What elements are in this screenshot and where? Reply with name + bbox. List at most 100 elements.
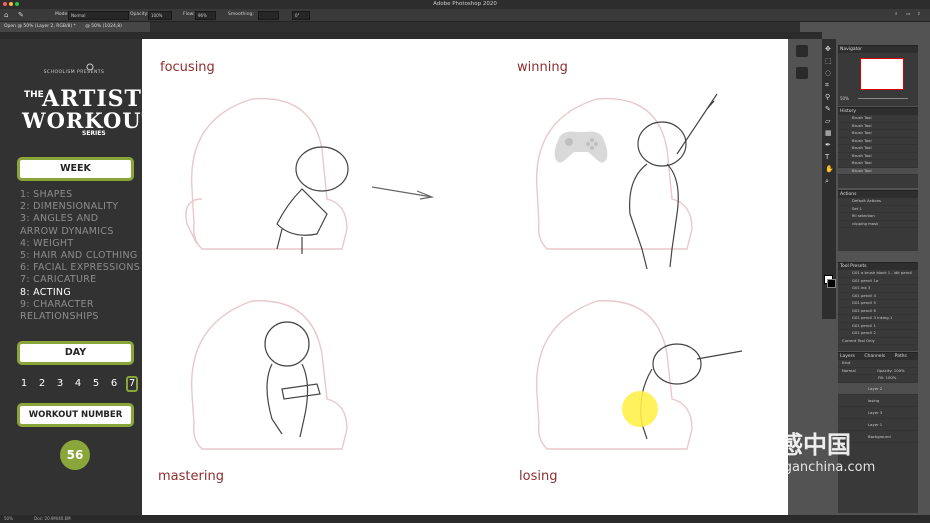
close-window-button[interactable]: [3, 2, 7, 6]
mode-select[interactable]: Normal: [68, 11, 129, 20]
eyedropper-tool-icon[interactable]: ⚲: [825, 93, 830, 101]
day-option[interactable]: 5: [90, 376, 102, 392]
share-icon[interactable]: ⇪: [917, 11, 921, 19]
home-icon[interactable]: ⌂: [4, 11, 8, 19]
tab-channels[interactable]: Channels: [864, 354, 885, 359]
day-option[interactable]: 7: [126, 376, 138, 392]
navigator-panel: Navigator 50%: [838, 45, 918, 106]
status-zoom: 50%: [4, 516, 13, 521]
workout-number-button[interactable]: WORKOUT NUMBER: [17, 403, 134, 427]
tab-paths[interactable]: Paths: [895, 354, 907, 359]
eraser-tool-icon[interactable]: ▱: [825, 117, 830, 125]
brand-the: THE: [24, 90, 44, 100]
history-item[interactable]: Brush Tool: [838, 123, 918, 130]
brush-tool-icon-side[interactable]: ✎: [825, 105, 831, 113]
day-option[interactable]: 4: [72, 376, 84, 392]
history-item[interactable]: Brush Tool: [838, 130, 918, 138]
smoothing-label: Smoothing:: [228, 12, 254, 17]
layer-filter-kind[interactable]: Kind: [838, 360, 918, 368]
type-tool-icon[interactable]: T: [825, 153, 829, 161]
workspace-icon[interactable]: ▭: [906, 11, 910, 19]
actions-header: Actions: [838, 191, 918, 198]
navigator-zoom: 50%: [840, 96, 849, 101]
brush-tool-icon[interactable]: ✎: [18, 11, 24, 19]
tool-presets-list: G01 a brush block 1 - idk pencil G01 penc…: [838, 270, 918, 338]
history-item[interactable]: Brush Tool: [838, 160, 918, 168]
navigator-zoom-slider[interactable]: [858, 98, 908, 99]
flow-label: Flow:: [183, 12, 195, 17]
search-icon[interactable]: ⌕: [895, 11, 898, 19]
week-item[interactable]: 8: ACTING: [20, 287, 142, 299]
document-tab-secondary: @ 50% (1024,8): [85, 24, 122, 29]
week-item[interactable]: 9: CHARACTER: [20, 299, 142, 311]
tool-preset-item[interactable]: G01 a brush block 1 - idk pencil: [838, 270, 918, 278]
swap-panels-button[interactable]: [796, 67, 808, 79]
week-item[interactable]: 2: DIMENSIONALITY: [20, 201, 142, 213]
layer-opacity[interactable]: Opacity: 100%: [877, 368, 905, 373]
opacity-field[interactable]: 100%: [148, 11, 172, 20]
tool-preset-item[interactable]: G01 pencil 2: [838, 330, 918, 338]
action-item[interactable]: Default Actions: [838, 198, 918, 206]
week-list: 1: SHAPES 2: DIMENSIONALITY 3: ANGLES AND …: [20, 189, 142, 323]
document-canvas[interactable]: focusing winning mastering losing: [142, 39, 788, 516]
document-tab-bar: Open @ 50% (Layer 2, RGB/8) * @ 50% (102…: [0, 22, 800, 32]
day-option[interactable]: 6: [108, 376, 120, 392]
history-header: History: [838, 108, 918, 115]
tool-preset-item[interactable]: G01 ink 3: [838, 285, 918, 293]
history-item[interactable]: Brush Tool: [838, 167, 918, 175]
hand-tool-icon[interactable]: ✋: [825, 165, 834, 173]
history-item[interactable]: Brush Tool: [838, 145, 918, 153]
week-item[interactable]: ARROW DYNAMICS: [20, 226, 142, 238]
week-button[interactable]: WEEK: [17, 157, 134, 181]
tool-preset-item[interactable]: G01 pencil 5: [838, 300, 918, 308]
week-item[interactable]: 3: ANGLES AND: [20, 213, 142, 225]
smoothing-field[interactable]: [258, 11, 279, 20]
week-item[interactable]: 7: CARICATURE: [20, 274, 142, 286]
navigator-preview[interactable]: [860, 58, 904, 90]
week-item[interactable]: 4: WEIGHT: [20, 238, 142, 250]
day-option[interactable]: 2: [36, 376, 48, 392]
panel-collapse-button[interactable]: [796, 45, 808, 57]
current-tool-only-checkbox[interactable]: Current Tool Only: [838, 338, 918, 345]
tool-preset-item[interactable]: G01 pencil 1a: [838, 278, 918, 285]
background-color-swatch[interactable]: [827, 279, 836, 288]
move-tool-icon[interactable]: ✥: [825, 45, 831, 53]
actions-panel: Actions Default Actions Set 1 fill selecti…: [838, 190, 918, 251]
tool-preset-item[interactable]: G01 pencil 3 inking 1: [838, 315, 918, 323]
week-item[interactable]: 6: FACIAL EXPRESSIONS: [20, 262, 142, 274]
layer-row[interactable]: Layer 2: [838, 382, 918, 395]
document-tab[interactable]: Open @ 50% (Layer 2, RGB/8) * @ 50% (102…: [0, 22, 150, 32]
marquee-tool-icon[interactable]: ⬚: [825, 57, 832, 65]
history-item[interactable]: Brush Tool: [838, 138, 918, 145]
day-option[interactable]: 3: [54, 376, 66, 392]
tool-preset-item[interactable]: G01 pencil 6: [838, 308, 918, 315]
layer-blend-select[interactable]: Normal: [842, 368, 856, 373]
tool-preset-item[interactable]: G01 pencil 1: [838, 323, 918, 330]
action-item[interactable]: fill selection: [838, 213, 918, 221]
lasso-tool-icon[interactable]: ◌: [825, 69, 831, 77]
angle-field[interactable]: 0°: [292, 11, 310, 20]
week-item[interactable]: 1: SHAPES: [20, 189, 142, 201]
pen-tool-icon[interactable]: ✒: [825, 141, 831, 149]
history-panel: History Brush Tool Brush Tool Brush Tool Br…: [838, 107, 918, 188]
week-item[interactable]: 5: HAIR AND CLOTHING: [20, 250, 142, 262]
gradient-tool-icon[interactable]: ▦: [825, 129, 832, 137]
day-option[interactable]: 1: [18, 376, 30, 392]
layer-fill[interactable]: Fill: 100%: [838, 375, 918, 383]
week-item[interactable]: RELATIONSHIPS: [20, 311, 142, 323]
zoom-window-button[interactable]: [15, 2, 19, 6]
crop-tool-icon[interactable]: ⌗: [825, 81, 829, 90]
flow-field[interactable]: 96%: [195, 11, 216, 20]
zoom-tool-icon[interactable]: ⌕: [825, 177, 829, 186]
day-button[interactable]: DAY: [17, 341, 134, 365]
brand-series: SERIES: [82, 130, 106, 137]
tab-layers[interactable]: Layers: [840, 354, 855, 359]
action-item[interactable]: Set 1: [838, 206, 918, 213]
status-doc-size: Doc: 20.9M/40.6M: [34, 516, 71, 521]
history-item[interactable]: Brush Tool: [838, 153, 918, 160]
tool-preset-item[interactable]: G01 pencil 4: [838, 293, 918, 300]
history-item[interactable]: Brush Tool: [838, 115, 918, 123]
minimize-window-button[interactable]: [9, 2, 13, 6]
layer-row[interactable]: losing: [838, 395, 918, 407]
action-item[interactable]: clipping mask: [838, 221, 918, 228]
